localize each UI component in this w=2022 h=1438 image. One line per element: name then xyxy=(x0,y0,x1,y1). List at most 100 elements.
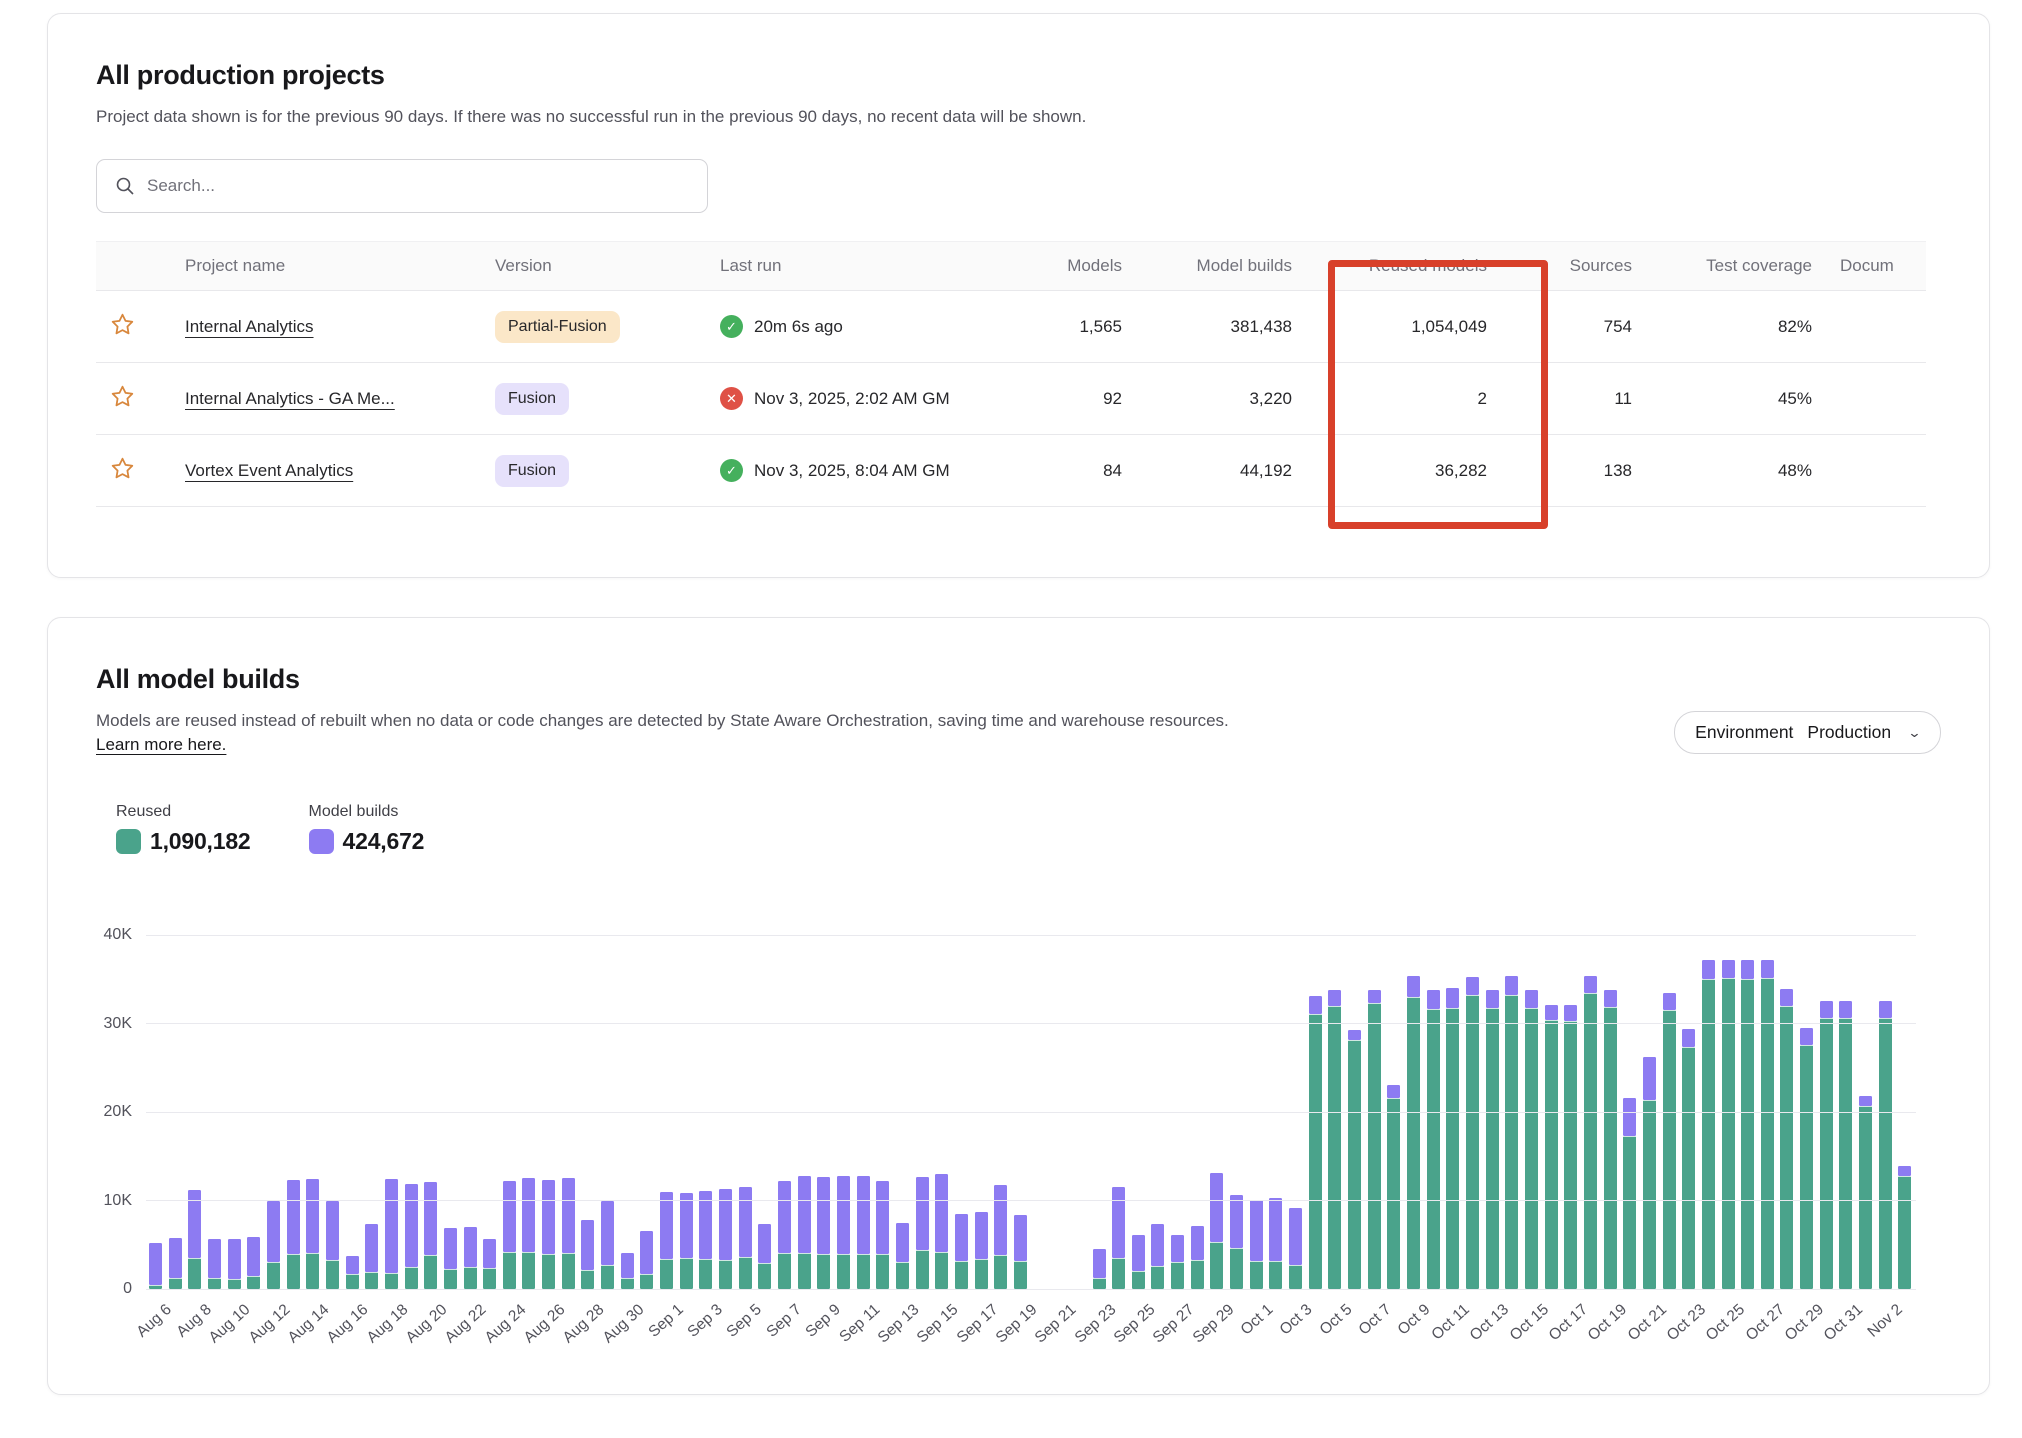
reused-segment xyxy=(503,1252,516,1289)
y-axis-label: 10K xyxy=(104,1192,132,1210)
reused-segment xyxy=(1741,979,1754,1289)
learn-more-link[interactable]: Learn more here. xyxy=(96,735,226,754)
builds-segment xyxy=(1898,1166,1911,1176)
x-axis-label: Oct 13 xyxy=(1467,1301,1513,1345)
cell-reused-models: 1,054,049 xyxy=(1306,291,1501,363)
builds-segment xyxy=(1132,1235,1145,1271)
project-link[interactable]: Internal Analytics - GA Me... xyxy=(185,389,395,408)
x-axis-label: Sep 17 xyxy=(953,1301,1002,1347)
reused-segment xyxy=(326,1260,339,1289)
gridline xyxy=(146,1112,1916,1113)
search-icon xyxy=(115,176,135,196)
builds-segment xyxy=(1348,1030,1361,1041)
star-icon[interactable] xyxy=(110,456,136,482)
reused-segment xyxy=(1014,1261,1027,1289)
cell-models: 1,565 xyxy=(1036,291,1136,363)
cell-docs xyxy=(1826,291,1926,363)
builds-segment xyxy=(405,1184,418,1267)
search-input[interactable] xyxy=(147,176,689,196)
builds-segment xyxy=(247,1237,260,1276)
builds-segment xyxy=(542,1180,555,1253)
legend-builds: Model builds 424,672 xyxy=(309,803,425,855)
reused-segment xyxy=(1407,997,1420,1289)
version-badge: Partial-Fusion xyxy=(495,311,620,343)
y-axis-label: 30K xyxy=(104,1015,132,1033)
x-axis-label: Aug 6 xyxy=(134,1301,176,1341)
reused-segment xyxy=(1505,995,1518,1289)
legend-builds-label: Model builds xyxy=(309,803,425,821)
x-axis-label: Aug 28 xyxy=(560,1301,609,1347)
reused-segment xyxy=(916,1250,929,1289)
star-column-header xyxy=(96,242,171,291)
x-axis-label: Oct 27 xyxy=(1742,1301,1788,1345)
builds-segment xyxy=(503,1181,516,1252)
reused-segment xyxy=(1879,1018,1892,1289)
cell-test-coverage: 82% xyxy=(1646,291,1826,363)
project-link[interactable]: Internal Analytics xyxy=(185,317,314,336)
legend-reused: Reused 1,090,182 xyxy=(116,803,251,855)
x-axis-label: Aug 30 xyxy=(599,1301,648,1347)
x-axis-label: Oct 11 xyxy=(1429,1301,1474,1344)
x-axis-label: Sep 23 xyxy=(1071,1301,1120,1347)
builds-segment xyxy=(1014,1215,1027,1261)
projects-table-wrap: Project nameVersionLast runModelsModel b… xyxy=(96,241,1926,507)
builds-segment xyxy=(1387,1085,1400,1098)
builds-segment xyxy=(739,1187,752,1257)
reused-segment xyxy=(1132,1271,1145,1289)
reused-segment xyxy=(1525,1008,1538,1289)
reused-segment xyxy=(1289,1265,1302,1289)
builds-segment xyxy=(1682,1029,1695,1047)
y-axis-label: 20K xyxy=(104,1103,132,1121)
table-row: Internal Analytics - GA Me...Fusion✕Nov … xyxy=(96,363,1926,435)
environment-label: Environment xyxy=(1695,722,1793,743)
last-run-text: Nov 3, 2025, 8:04 AM GM xyxy=(754,461,950,481)
environment-dropdown[interactable]: Environment Production ⌄ xyxy=(1674,711,1941,754)
reused-segment xyxy=(1191,1260,1204,1289)
cell-docs xyxy=(1826,435,1926,507)
builds-segment xyxy=(837,1176,850,1254)
x-axis-label: Oct 15 xyxy=(1506,1301,1552,1345)
project-link[interactable]: Vortex Event Analytics xyxy=(185,461,353,480)
x-axis-label: Sep 7 xyxy=(763,1301,805,1341)
reused-segment xyxy=(1722,978,1735,1289)
builds-segment xyxy=(444,1228,457,1269)
builds-segment xyxy=(778,1181,791,1253)
cell-reused-models: 36,282 xyxy=(1306,435,1501,507)
project-search[interactable] xyxy=(96,159,708,213)
y-axis-label: 0 xyxy=(123,1280,132,1298)
reused-segment xyxy=(247,1276,260,1289)
reused-segment xyxy=(169,1278,182,1290)
x-axis-label: Aug 16 xyxy=(324,1301,373,1347)
builds-segment xyxy=(522,1178,535,1252)
builds-segment xyxy=(1230,1195,1243,1248)
reused-segment xyxy=(267,1262,280,1289)
run-success-icon: ✓ xyxy=(720,315,743,338)
reused-segment xyxy=(1151,1266,1164,1289)
reused-segment xyxy=(1250,1261,1263,1289)
builds-segment xyxy=(1800,1028,1813,1045)
x-axis-label: Sep 15 xyxy=(914,1301,963,1347)
cell-model-builds: 381,438 xyxy=(1136,291,1306,363)
reused-segment xyxy=(1093,1278,1106,1289)
star-icon[interactable] xyxy=(110,384,136,410)
builds-segment xyxy=(640,1231,653,1274)
cell-test-coverage: 45% xyxy=(1646,363,1826,435)
builds-segment xyxy=(798,1176,811,1253)
builds-segment xyxy=(149,1243,162,1285)
reused-segment xyxy=(601,1265,614,1289)
reused-segment xyxy=(1859,1106,1872,1289)
builds-segment xyxy=(935,1174,948,1252)
star-icon[interactable] xyxy=(110,312,136,338)
reused-segment xyxy=(1604,1007,1617,1289)
reused-segment xyxy=(699,1259,712,1289)
reused-segment xyxy=(1682,1047,1695,1289)
cell-sources: 754 xyxy=(1501,291,1646,363)
reused-segment xyxy=(1230,1248,1243,1289)
builds-segment xyxy=(699,1191,712,1259)
legend-reused-value: 1,090,182 xyxy=(150,828,251,855)
builds-segment xyxy=(1879,1001,1892,1018)
builds-segment xyxy=(1289,1208,1302,1265)
gridline xyxy=(146,1023,1916,1024)
cell-sources: 11 xyxy=(1501,363,1646,435)
reused-segment xyxy=(1643,1100,1656,1289)
